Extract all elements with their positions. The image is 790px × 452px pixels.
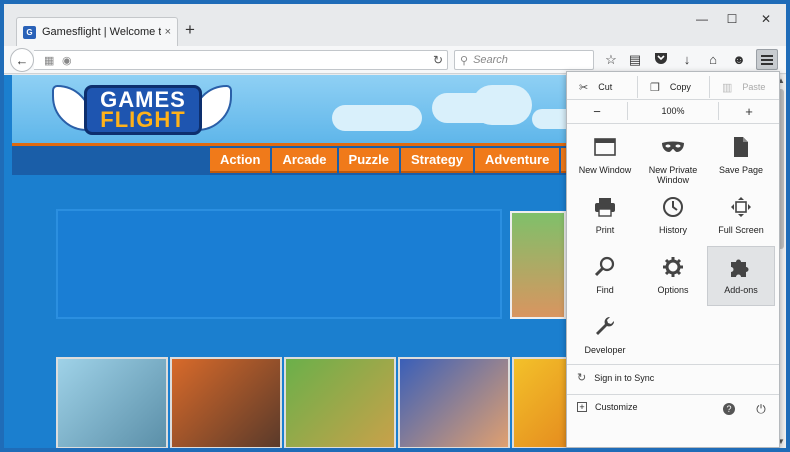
sign-in-to-sync[interactable]: ↻ Sign in to Sync [577, 371, 654, 384]
url-bar[interactable]: ▦ ◉ ↻ [34, 50, 448, 70]
search-placeholder: Search [473, 54, 508, 66]
game-thumbnail-row [56, 357, 624, 448]
search-icon: ⚲ [460, 54, 469, 67]
printer-icon [593, 195, 617, 219]
featured-game-thumbnail[interactable] [510, 211, 566, 319]
fullscreen-icon [729, 195, 753, 219]
back-button[interactable]: ← [10, 48, 34, 72]
customize-button[interactable]: + Customize [577, 402, 638, 412]
clipboard-icon: ▥ [722, 81, 733, 94]
menu-print[interactable]: Print [571, 186, 639, 246]
zoom-reset-button[interactable]: 100% [627, 102, 719, 120]
category-action[interactable]: Action [210, 148, 271, 173]
zoom-in-button[interactable]: + [719, 104, 779, 119]
cut-button[interactable]: ✂ Cut [567, 76, 637, 98]
menu-developer[interactable]: Developer [571, 306, 639, 366]
edit-controls: ✂ Cut ❐ Copy ▥ Paste [567, 76, 779, 98]
home-icon[interactable]: ⌂ [704, 51, 722, 69]
cut-label: Cut [598, 82, 613, 92]
save-page-icon [729, 135, 753, 159]
category-bar: Action Arcade Puzzle Strategy Adventure … [210, 148, 590, 173]
scissors-icon: ✂ [579, 81, 589, 94]
category-arcade[interactable]: Arcade [272, 148, 337, 173]
category-adventure[interactable]: Adventure [475, 148, 560, 173]
power-icon: ⏻ [756, 401, 766, 416]
copy-label: Copy [669, 82, 691, 92]
tab-title: Gamesflight | Welcome to... [42, 26, 161, 38]
customize-plus-icon: + [577, 402, 587, 412]
copy-icon: ❐ [650, 81, 660, 94]
logo-text-flight: FLIGHT [100, 107, 186, 132]
new-tab-button[interactable]: + [180, 20, 200, 40]
site-identity-icon[interactable]: ▦ [44, 54, 54, 67]
zoom-controls: − 100% + [567, 100, 779, 122]
menu-options[interactable]: Options [639, 246, 707, 306]
close-window-button[interactable]: ✕ [756, 12, 776, 26]
menu-add-ons[interactable]: Add-ons [707, 246, 775, 306]
logo-box: GAMES FLIGHT [84, 85, 202, 135]
download-arrow-icon[interactable]: ↓ [678, 51, 696, 69]
menu-find[interactable]: Find [571, 246, 639, 306]
site-favicon-icon: G [23, 25, 36, 39]
sync-icon: ↻ [577, 372, 587, 384]
quit-button[interactable]: ⏻ [751, 399, 771, 419]
paste-label: Paste [742, 82, 766, 92]
menu-grid: New Window New Private Window Save Page … [571, 126, 775, 366]
paste-button[interactable]: ▥ Paste [709, 76, 779, 98]
bookmark-star-icon[interactable]: ☆ [602, 51, 620, 69]
menu-history[interactable]: History [639, 186, 707, 246]
game-thumbnail[interactable] [170, 357, 282, 448]
game-thumbnail[interactable] [56, 357, 168, 448]
wrench-icon [593, 315, 617, 339]
private-mask-icon [661, 135, 685, 159]
hamburger-menu-button[interactable] [756, 49, 778, 70]
help-button[interactable]: ? [719, 399, 739, 419]
game-thumbnail[interactable] [284, 357, 396, 448]
gear-icon [661, 255, 685, 279]
clock-icon [661, 195, 685, 219]
menu-save-page[interactable]: Save Page [707, 126, 775, 186]
category-puzzle[interactable]: Puzzle [338, 148, 399, 173]
site-logo[interactable]: GAMES FLIGHT [52, 81, 234, 141]
help-question-icon: ? [723, 403, 735, 415]
main-menu-panel: ✂ Cut ❐ Copy ▥ Paste − 100% + New Window… [566, 71, 780, 448]
ad-banner[interactable] [56, 209, 502, 319]
puzzle-piece-icon [729, 255, 753, 279]
title-bar: G Gamesflight | Welcome to... × + — ☐ ✕ [4, 4, 786, 46]
minimize-button[interactable]: — [692, 12, 712, 26]
tab-close-icon[interactable]: × [165, 26, 171, 38]
search-input[interactable]: ⚲ Search [454, 50, 594, 70]
arrow-left-icon: ← [15, 52, 29, 68]
menu-full-screen[interactable]: Full Screen [707, 186, 775, 246]
browser-window: G Gamesflight | Welcome to... × + — ☐ ✕ … [0, 0, 790, 452]
reading-list-icon[interactable]: ▤ [626, 51, 644, 69]
maximize-button[interactable]: ☐ [722, 12, 742, 26]
pocket-icon[interactable] [652, 51, 670, 69]
tab-gamesflight[interactable]: G Gamesflight | Welcome to... × [16, 17, 178, 46]
magnifier-icon [593, 255, 617, 279]
copy-button[interactable]: ❐ Copy [637, 76, 709, 98]
reload-icon[interactable]: ↻ [433, 53, 443, 67]
chat-smiley-icon[interactable]: ☻ [730, 51, 748, 69]
category-strategy[interactable]: Strategy [401, 148, 474, 173]
globe-icon: ◉ [62, 55, 72, 67]
navigation-toolbar: ← ▦ ◉ ↻ ⚲ Search ☆ ▤ ↓ ⌂ ☻ [4, 46, 786, 74]
game-thumbnail[interactable] [398, 357, 510, 448]
menu-new-window[interactable]: New Window [571, 126, 639, 186]
menu-new-private-window[interactable]: New Private Window [639, 126, 707, 186]
zoom-out-button[interactable]: − [567, 104, 627, 119]
new-window-icon [593, 135, 617, 159]
